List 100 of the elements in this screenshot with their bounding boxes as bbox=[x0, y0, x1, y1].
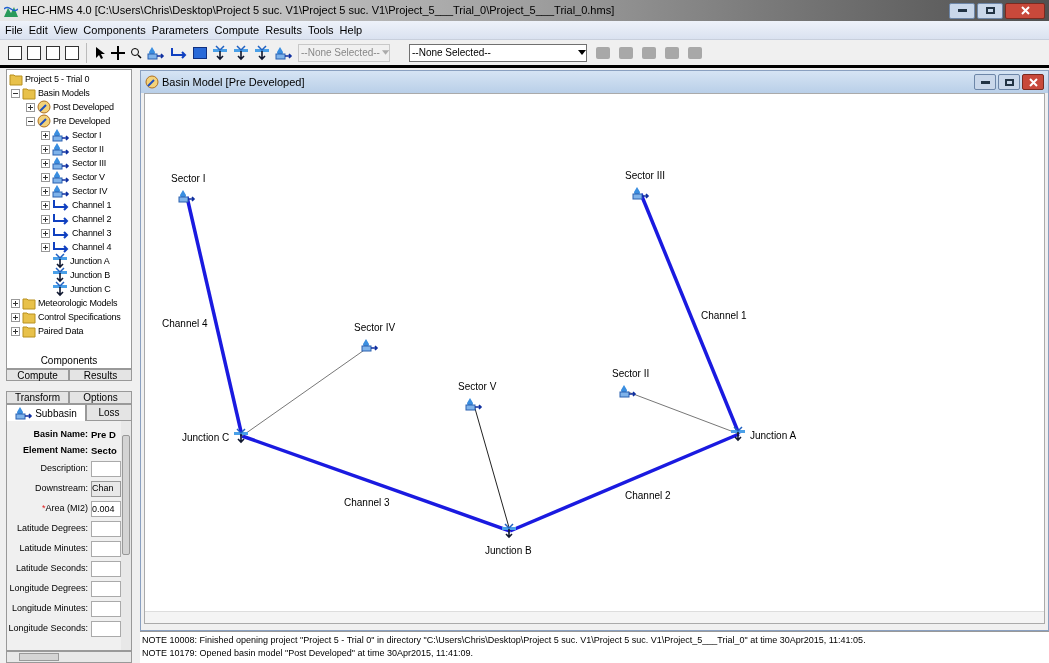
editor-tab[interactable]: Subbasin bbox=[6, 404, 86, 421]
tree-item[interactable]: Channel 4 bbox=[72, 240, 112, 254]
panel-tab[interactable]: Compute bbox=[6, 369, 69, 381]
tree-item[interactable]: Pre Developed bbox=[53, 114, 110, 128]
window-title: Basin Model [Pre Developed] bbox=[162, 74, 306, 90]
dropdown[interactable]: --None Selected-- bbox=[409, 43, 587, 62]
maximize-button[interactable] bbox=[998, 74, 1020, 90]
panel-tab[interactable]: Results bbox=[69, 369, 132, 381]
tree-item[interactable]: Sector III bbox=[72, 156, 106, 170]
tree-item[interactable]: Junction B bbox=[70, 268, 111, 282]
field-label: Longitude Minutes: bbox=[11, 602, 88, 616]
expand-icon[interactable] bbox=[41, 172, 50, 182]
move-icon[interactable] bbox=[111, 45, 125, 60]
magnifier-icon[interactable] bbox=[130, 46, 142, 59]
editor-tab[interactable]: Options bbox=[69, 391, 132, 404]
expand-icon[interactable] bbox=[41, 158, 50, 168]
minimize-button[interactable] bbox=[949, 2, 975, 19]
reach-label: Channel 2 bbox=[625, 489, 671, 503]
tree-item[interactable]: Sector IV bbox=[72, 184, 108, 198]
reach-icon bbox=[52, 241, 70, 253]
tree-item[interactable]: Post Developed bbox=[53, 100, 114, 114]
menu-item[interactable]: Tools bbox=[304, 20, 337, 40]
input-field[interactable] bbox=[91, 541, 121, 557]
field-label: Area (MI2) bbox=[45, 502, 88, 516]
expand-icon[interactable] bbox=[41, 200, 50, 210]
maximize-button[interactable] bbox=[977, 2, 1003, 19]
field-label: Longitude Seconds: bbox=[8, 622, 88, 636]
expand-icon[interactable] bbox=[41, 186, 50, 196]
expand-icon[interactable] bbox=[41, 130, 50, 140]
menu-item[interactable]: Parameters bbox=[148, 20, 212, 40]
tree-item[interactable]: Junction C bbox=[70, 282, 111, 296]
expand-icon[interactable] bbox=[26, 102, 35, 112]
close-icon bbox=[1020, 6, 1030, 15]
minimize-button[interactable] bbox=[974, 74, 996, 90]
subbasin-icon bbox=[465, 397, 483, 411]
tree-item[interactable]: Channel 3 bbox=[72, 226, 112, 240]
expand-icon[interactable] bbox=[11, 298, 20, 308]
field-value: Secto bbox=[91, 443, 117, 458]
tree-item[interactable]: Basin Models bbox=[38, 86, 90, 100]
downstream-select[interactable]: Chan bbox=[91, 481, 121, 497]
menu-item[interactable]: File bbox=[2, 20, 26, 40]
close-button[interactable] bbox=[1022, 74, 1044, 90]
menu-item[interactable]: Compute bbox=[211, 20, 263, 40]
wrench-icon bbox=[37, 114, 51, 128]
wrench-icon bbox=[145, 75, 159, 89]
horizontal-scrollbar[interactable] bbox=[6, 651, 132, 663]
menu-item[interactable]: View bbox=[50, 20, 81, 40]
vertical-scrollbar[interactable] bbox=[121, 421, 131, 650]
menu-item[interactable]: Components bbox=[80, 20, 149, 40]
input-field[interactable] bbox=[91, 561, 121, 577]
element-label: Sector III bbox=[625, 169, 665, 183]
field-label: Latitude Seconds: bbox=[15, 562, 88, 576]
close-button[interactable] bbox=[1005, 2, 1045, 19]
expand-icon[interactable] bbox=[41, 228, 50, 238]
menu-item[interactable]: Help bbox=[336, 20, 366, 40]
caret-icon bbox=[381, 50, 389, 55]
field-label: Description: bbox=[40, 462, 88, 476]
menu-item[interactable]: Edit bbox=[25, 20, 51, 40]
input-field[interactable] bbox=[91, 601, 121, 617]
subbasin-icon bbox=[52, 184, 70, 198]
expand-icon[interactable] bbox=[11, 326, 20, 336]
tree-item[interactable]: Sector II bbox=[72, 142, 104, 156]
tree-item[interactable]: Sector V bbox=[72, 170, 105, 184]
reach-label: Channel 4 bbox=[162, 317, 208, 331]
tree-item[interactable]: Paired Data bbox=[38, 324, 84, 338]
input-field[interactable] bbox=[91, 581, 121, 597]
pointer-icon[interactable] bbox=[94, 45, 106, 60]
input-field[interactable] bbox=[91, 621, 121, 637]
tree-item[interactable]: Channel 2 bbox=[72, 212, 112, 226]
expand-icon[interactable] bbox=[41, 144, 50, 154]
tree-item[interactable]: Sector I bbox=[72, 128, 102, 142]
collapse-icon[interactable] bbox=[26, 116, 35, 126]
junction-icon bbox=[212, 44, 228, 61]
junction-icon bbox=[52, 281, 68, 297]
expand-icon[interactable] bbox=[11, 312, 20, 322]
input-field[interactable] bbox=[91, 461, 121, 477]
editor-tab[interactable]: Transform bbox=[6, 391, 69, 404]
field-label: Basin Name: bbox=[33, 428, 88, 442]
expand-icon[interactable] bbox=[41, 242, 50, 252]
field-label: Latitude Degrees: bbox=[16, 522, 88, 536]
editor-tab[interactable]: Loss bbox=[86, 404, 132, 421]
tree-item[interactable]: Control Specifications bbox=[38, 310, 121, 324]
menu-item[interactable]: Results bbox=[262, 20, 305, 40]
field-label: Element Name: bbox=[22, 444, 88, 458]
expand-icon[interactable] bbox=[41, 214, 50, 224]
reach-label: Channel 1 bbox=[701, 309, 747, 323]
reach-icon bbox=[52, 227, 70, 239]
junction-icon bbox=[730, 426, 746, 442]
tree-item[interactable]: Junction A bbox=[70, 254, 110, 268]
input-field[interactable]: 0.004 bbox=[91, 501, 121, 517]
tree-item[interactable]: Channel 1 bbox=[72, 198, 112, 212]
junction-icon bbox=[52, 267, 68, 283]
tree-item[interactable]: Project 5 - Trial 0 bbox=[25, 72, 90, 86]
wrench-icon bbox=[37, 100, 51, 114]
tree-item[interactable]: Meteorologic Models bbox=[38, 296, 118, 310]
reach-label: Channel 3 bbox=[344, 496, 390, 510]
junction-icon bbox=[501, 523, 517, 539]
input-field[interactable] bbox=[91, 521, 121, 537]
collapse-icon[interactable] bbox=[11, 88, 20, 98]
junction-icon bbox=[233, 428, 249, 444]
